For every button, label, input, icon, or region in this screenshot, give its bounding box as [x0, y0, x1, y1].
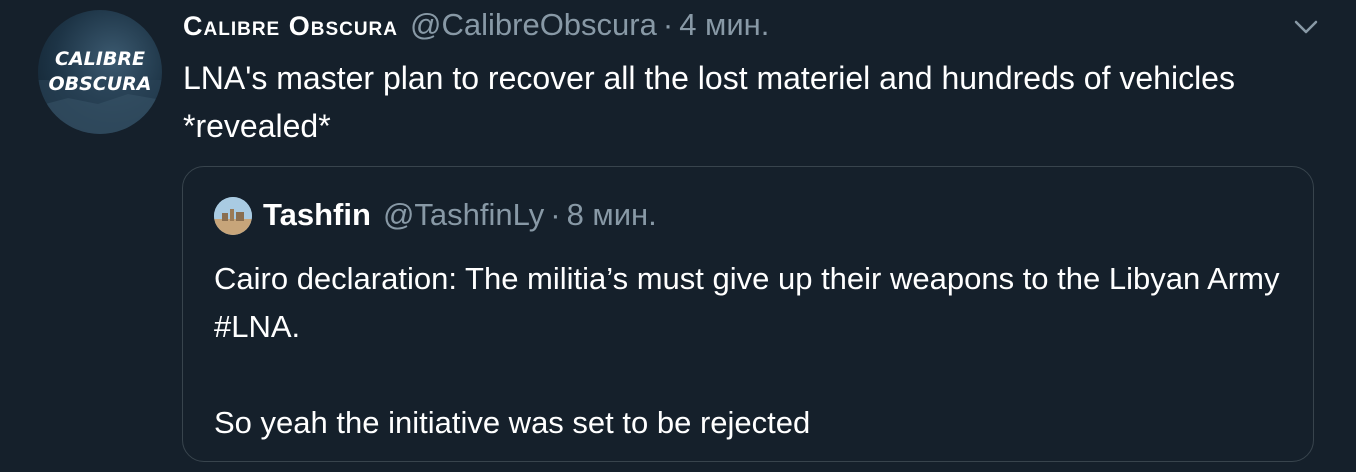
- quote-display-name[interactable]: Tashfin: [263, 197, 371, 233]
- quote-separator-dot: ·: [550, 197, 561, 232]
- separator-dot: ·: [662, 7, 674, 42]
- tweet-text: LNA's master plan to recover all the los…: [183, 60, 1235, 144]
- tweet[interactable]: CALIBRE OBSCURA Calibre Obscura @Calibre…: [0, 0, 1356, 472]
- quote-header: Tashfin @TashfinLy · 8 мин.: [263, 197, 657, 233]
- avatar-line1: CALIBRE: [55, 48, 145, 70]
- quote-user-handle[interactable]: @TashfinLy: [383, 197, 544, 233]
- quote-timestamp[interactable]: 8 мин.: [567, 197, 657, 233]
- quote-text-paragraph-2: So yeah the initiative was set to be rej…: [214, 405, 811, 440]
- display-name[interactable]: Calibre Obscura: [183, 11, 398, 42]
- quoted-tweet[interactable]: Tashfin @TashfinLy · 8 мин. Cairo declar…: [182, 166, 1314, 462]
- quote-text: Cairo declaration: The militia’s must gi…: [214, 255, 1294, 447]
- chevron-down-icon[interactable]: [1290, 15, 1322, 39]
- avatar[interactable]: CALIBRE OBSCURA: [38, 10, 162, 134]
- timestamp[interactable]: 4 мин.: [679, 7, 769, 43]
- tweet-header: Calibre Obscura @CalibreObscura · 4 мин.: [183, 7, 769, 47]
- avatar-line2: OBSCURA: [48, 73, 151, 95]
- user-handle[interactable]: @CalibreObscura: [410, 7, 657, 43]
- quote-text-paragraph-1: Cairo declaration: The militia’s must gi…: [214, 261, 1280, 344]
- quote-avatar[interactable]: [214, 197, 252, 235]
- avatar-logo: CALIBRE OBSCURA: [38, 48, 162, 134]
